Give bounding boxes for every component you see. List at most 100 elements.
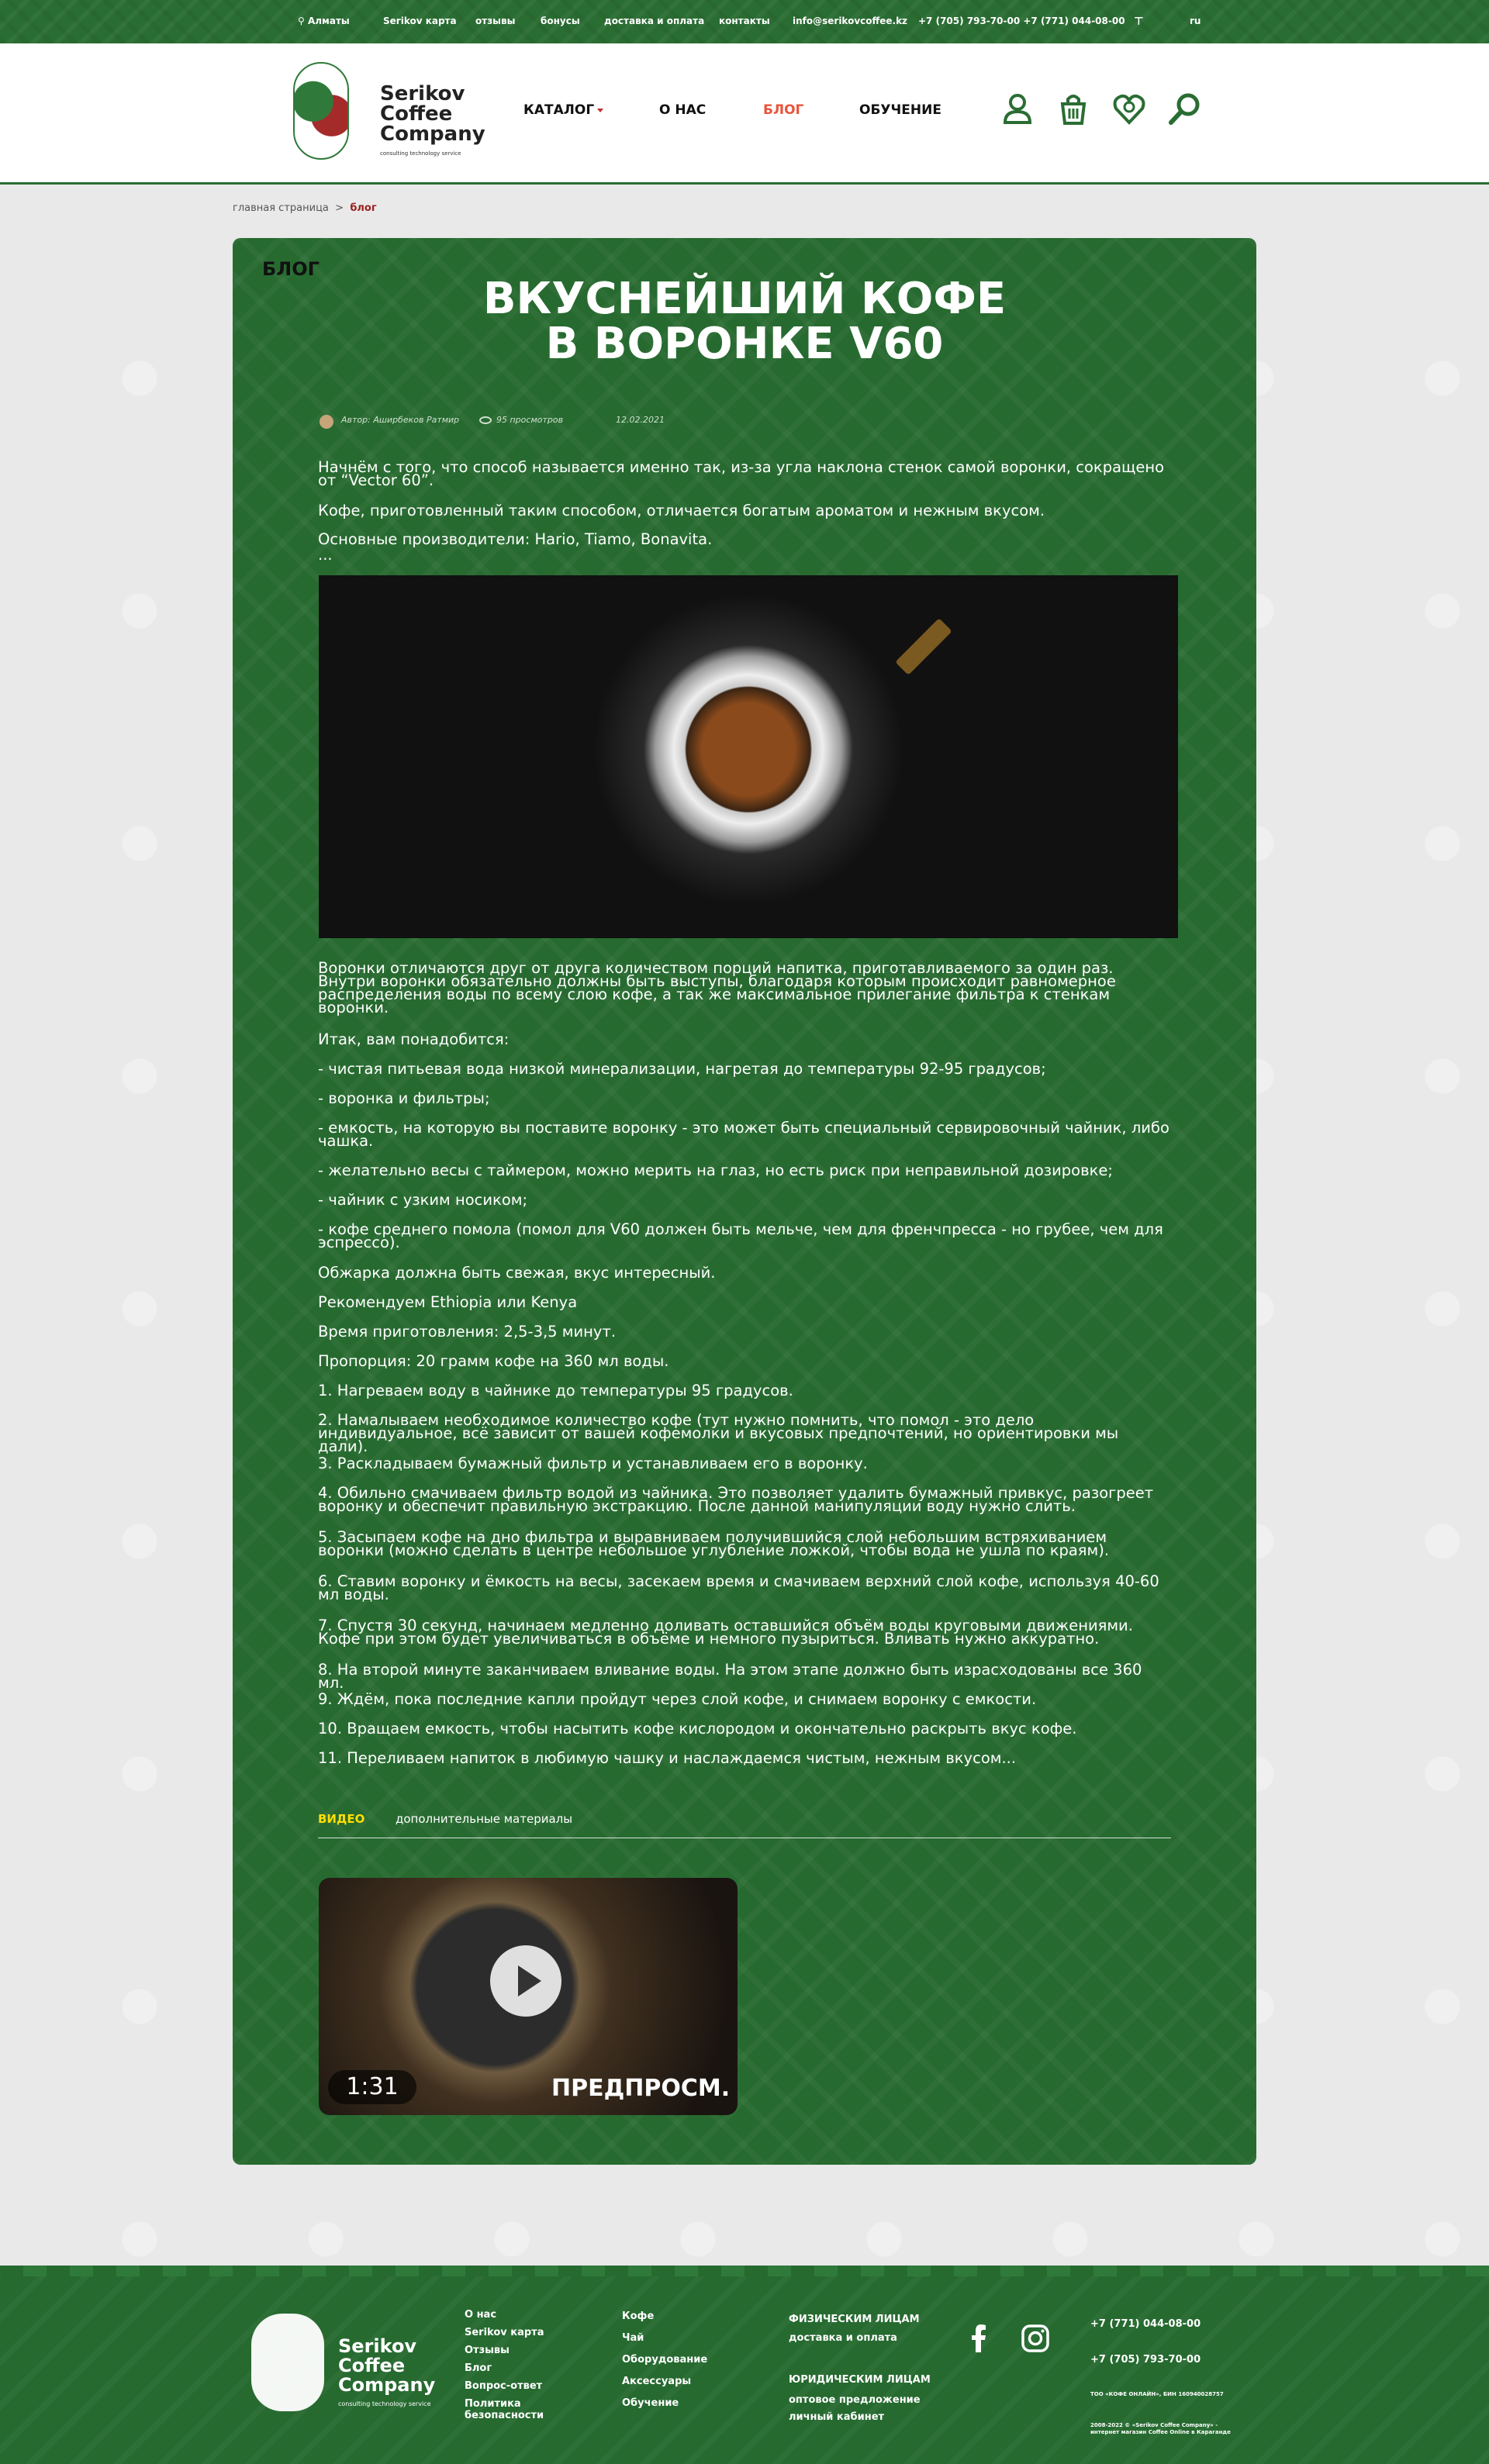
article-paragraph: - емкость, на которую вы поставите ворон… [318,1119,1169,1150]
favorites-icon[interactable] [1112,91,1146,126]
video-duration: 1:31 [328,2070,416,2104]
tab-additional-materials[interactable]: дополнительные материалы [396,1812,572,1826]
top-link-map[interactable]: Serikov карта [383,16,457,26]
footer-link-tea[interactable]: Чай [622,2332,644,2344]
instagram-icon[interactable] [1020,2323,1051,2354]
article-paragraph: 8. На второй минуте заканчиваем вливание… [318,1661,1142,1692]
logo-text: Serikov Coffee Company [380,82,485,146]
city-selector[interactable]: ⚲ Алматы [298,16,350,26]
footer-phone-2[interactable]: +7 (705) 793-70-00 [1090,2354,1201,2366]
article-paragraph: Начнём с того, что способ называется име… [318,458,1165,489]
nav-catalog[interactable]: КАТАЛОГ [523,102,604,118]
video-player[interactable]: 1:31 ПРЕДПРОСМ. [319,1878,738,2115]
nav-blog[interactable]: БЛОГ [763,102,803,118]
article-image [319,575,1178,938]
footer-link-education[interactable]: Обучение [622,2397,679,2409]
footer-link-wholesale[interactable]: оптовое предложение [789,2394,921,2406]
user-icon[interactable] [1000,91,1035,126]
article-paragraph: - желательно весы с таймером, можно мери… [318,1161,1113,1179]
footer-link-account[interactable]: личный кабинет [789,2411,884,2423]
article-views: 95 просмотров [496,415,564,425]
footer-link-reviews[interactable]: Отзывы [465,2345,510,2356]
footer-link-privacy[interactable]: Политика безопасности [465,2398,544,2421]
footer-copyright: 2008-2022 © «Serikov Coffee Company» - ин… [1090,2422,1231,2435]
play-icon[interactable] [490,1945,561,2017]
logo-mark-icon [293,62,349,160]
article-paragraph: 11. Переливаем напиток в любимую чашку и… [318,1749,1017,1767]
eye-icon [479,416,492,424]
tab-video[interactable]: ВИДЕО [318,1812,364,1826]
article-paragraph: 1. Нагреваем воду в чайнике до температу… [318,1382,793,1399]
top-link-bonuses[interactable]: бонусы [541,16,580,26]
article-paragraph: 9. Ждём, пока последние капли пройдут че… [318,1690,1037,1708]
top-link-delivery[interactable]: доставка и оплата [604,16,704,26]
footer-link-accessories[interactable]: Аксессуары [622,2376,691,2387]
article-date: 12.02.2021 [616,415,665,425]
article-paragraph: Рекомендуем Ethiopia или Kenya [318,1293,578,1311]
article-paragraph: 4. Обильно смачиваем фильтр водой из чай… [318,1484,1154,1515]
article-paragraph: Время приготовления: 2,5-3,5 минут. [318,1323,617,1341]
search-icon[interactable] [1168,91,1202,126]
article-paragraph: - воронка и фильтры; [318,1089,490,1107]
footer-logo[interactable]: Serikov Coffee Company consulting techno… [251,2314,435,2411]
site-header: Serikov Coffee Company consulting techno… [0,43,1489,185]
footer-link-faq[interactable]: Вопрос-ответ [465,2380,542,2392]
site-footer: Serikov Coffee Company consulting techno… [0,2266,1489,2464]
article-paragraph: 2. Намалываем необходимое количество коф… [318,1411,1119,1455]
footer-link-coffee[interactable]: Кофе [622,2310,654,2322]
footer-heading-individuals: ФИЗИЧЕСКИМ ЛИЦАМ [789,2314,920,2325]
article-card: БЛОГ ВКУСНЕЙШИЙ КОФЕ В ВОРОНКЕ V60 Автор… [233,238,1256,2165]
article-paragraph: ... [318,546,333,564]
basket-icon[interactable] [1056,91,1090,126]
footer-legal-company: ТОО «КОФЕ ОНЛАЙН», БИН 160940028757 [1090,2391,1224,2397]
footer-wave-edge [0,2266,1489,2276]
location-pin-icon: ⚲ [298,16,305,26]
article-paragraph: Итак, вам понадобится: [318,1030,510,1048]
footer-link-map[interactable]: Serikov карта [465,2327,544,2338]
breadcrumb: главная страница > блог [233,202,377,214]
logo-subtitle: consulting technology service [380,150,461,157]
article-paragraph: Пропорция: 20 грамм кофе на 360 мл воды. [318,1352,669,1370]
footer-logo-text: Serikov Coffee Company [338,2335,436,2396]
media-tabs: ВИДЕО дополнительные материалы [318,1812,1171,1838]
city-label: Алматы [307,16,350,26]
article-paragraph: - чистая питьевая вода низкой минерализа… [318,1060,1046,1078]
article-paragraph: - чайник с узким носиком; [318,1191,528,1209]
breadcrumb-separator: > [335,202,344,214]
article-paragraph: 3. Раскладываем бумажный фильтр и устана… [318,1455,868,1472]
site-logo[interactable]: Serikov Coffee Company consulting techno… [293,62,485,163]
kz-flag-icon[interactable]: ⊤ [1134,16,1144,28]
footer-heading-companies: ЮРИДИЧЕСКИМ ЛИЦАМ [789,2374,931,2386]
top-phones[interactable]: +7 (705) 793-70-00 +7 (771) 044-08-00 [918,16,1125,26]
article-paragraph: 10. Вращаем емкость, чтобы насытить кофе… [318,1720,1077,1738]
top-link-contacts[interactable]: контакты [719,16,770,26]
language-selector[interactable]: ru [1190,16,1201,26]
breadcrumb-current: блог [350,202,377,214]
article-paragraph: Основные производители: Hario, Tiamo, Bo… [318,530,713,548]
footer-link-blog[interactable]: Блог [465,2362,492,2374]
article-paragraph: 7. Спустя 30 секунд, начинаем медленно д… [318,1617,1133,1648]
chevron-down-icon [597,108,604,112]
top-email-link[interactable]: info@serikovcoffee.kz [793,16,907,26]
article-paragraph: - кофе среднего помола (помол для V60 до… [318,1220,1163,1251]
facebook-icon[interactable] [963,2323,994,2354]
dripper-handle [895,618,952,675]
article-paragraph: Кофе, приготовленный таким способом, отл… [318,502,1045,519]
article-paragraph: 5. Засыпаем кофе на дно фильтра и выравн… [318,1528,1110,1559]
top-link-reviews[interactable]: отзывы [475,16,515,26]
article-paragraph: 6. Ставим воронку и ёмкость на весы, зас… [318,1572,1159,1603]
article-author: Автор: Аширбеков Ратмир [341,415,460,425]
article-paragraph: Воронки отличаются друг от друга количес… [318,959,1116,1016]
footer-phone-1[interactable]: +7 (771) 044-08-00 [1090,2318,1201,2330]
footer-link-equipment[interactable]: Оборудование [622,2354,707,2366]
nav-education[interactable]: ОБУЧЕНИЕ [859,102,941,118]
article-paragraph: Обжарка должна быть свежая, вкус интерес… [318,1264,716,1282]
page-title: ВКУСНЕЙШИЙ КОФЕ В ВОРОНКЕ V60 [482,274,1007,369]
footer-link-delivery[interactable]: доставка и оплата [789,2332,897,2344]
nav-about[interactable]: О НАС [659,102,706,118]
footer-link-about[interactable]: О нас [465,2309,496,2321]
breadcrumb-home[interactable]: главная страница [233,202,329,214]
top-bar: ⚲ Алматы Serikov карта отзывы бонусы дос… [0,0,1489,43]
video-preview-label: ПРЕДПРОСМ. [551,2075,731,2102]
footer-logo-subtitle: consulting technology service [338,2400,431,2407]
